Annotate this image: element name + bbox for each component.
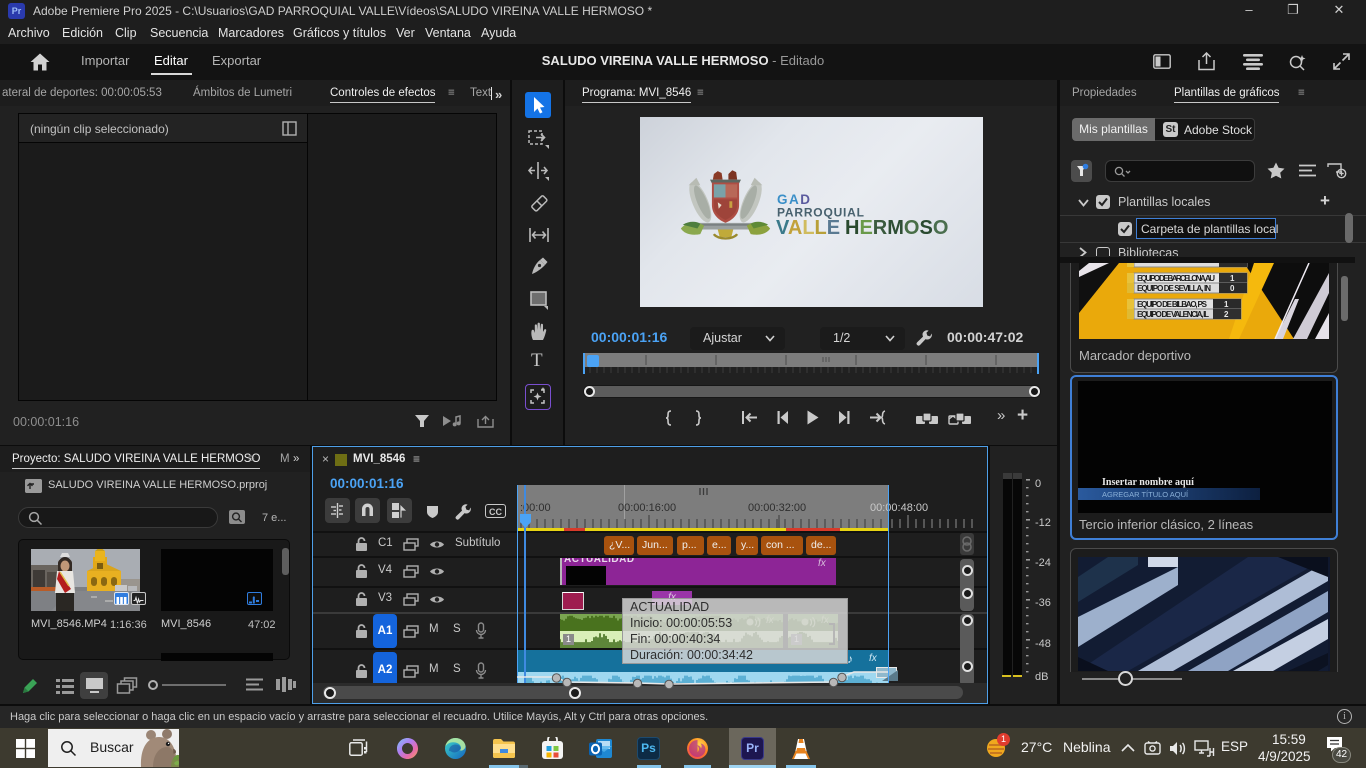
svg-text:EQUIPO DE BARCELONA, AU: EQUIPO DE BARCELONA, AU <box>1137 274 1215 283</box>
svg-text:0: 0 <box>1230 284 1235 293</box>
svg-text:1: 1 <box>1224 300 1229 309</box>
svg-text:EQUIPO DE BILBAO, PS: EQUIPO DE BILBAO, PS <box>1137 300 1208 309</box>
svg-text:EQUIPO DE SEVILLA, IN: EQUIPO DE SEVILLA, IN <box>1137 284 1211 293</box>
svg-text:EQUIPO DE VALENCIA, IL: EQUIPO DE VALENCIA, IL <box>1137 310 1209 319</box>
svg-text:1: 1 <box>1230 274 1235 283</box>
svg-text:2: 2 <box>1224 310 1229 319</box>
svg-text:HERMOSO: HERMOSO <box>845 217 948 239</box>
svg-text:VALLE: VALLE <box>776 217 840 239</box>
